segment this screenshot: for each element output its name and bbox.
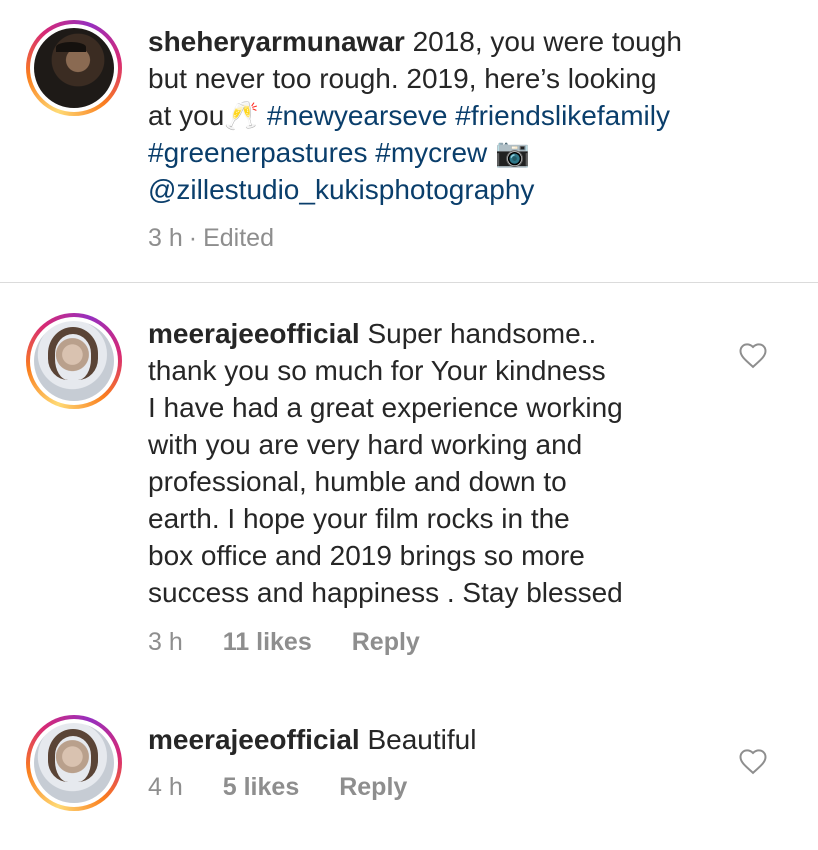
caption-hashtags[interactable]: #newyearseve #friendslikefamily bbox=[267, 100, 670, 131]
comment-body: Super handsome.. thank you so much for Y… bbox=[148, 318, 623, 608]
comment-body: Beautiful bbox=[359, 724, 477, 755]
reply-button[interactable]: Reply bbox=[339, 773, 407, 801]
reply-button[interactable]: Reply bbox=[352, 628, 420, 656]
commenter-avatar[interactable] bbox=[26, 313, 122, 409]
comment-text: meerajeeofficial Beautiful bbox=[148, 721, 728, 758]
caption-hashtags-2[interactable]: #greenerpastures #mycrew 📷 bbox=[148, 137, 530, 168]
comment-likes[interactable]: 11 likes bbox=[223, 628, 312, 656]
author-avatar-photo bbox=[34, 28, 114, 108]
comment-item: meerajeeofficial Beautiful 4 h 5 likes Rep… bbox=[0, 683, 818, 850]
comment-time: 4 h bbox=[148, 773, 183, 801]
author-avatar[interactable] bbox=[26, 20, 122, 116]
comment-likes[interactable]: 5 likes bbox=[223, 773, 299, 801]
caption-mention[interactable]: @zillestudio_kukisphotography bbox=[148, 174, 534, 205]
comment-meta: 4 h 5 likes Reply bbox=[148, 773, 447, 802]
commenter-avatar-photo bbox=[34, 321, 114, 401]
like-heart-icon[interactable] bbox=[738, 747, 768, 775]
comment-item: meerajeeofficial Super handsome.. thank … bbox=[0, 283, 818, 683]
caption-time: 3 h bbox=[148, 224, 183, 252]
comment-meta: 3 h 11 likes Reply bbox=[148, 628, 460, 657]
comment-username[interactable]: meerajeeofficial bbox=[148, 318, 360, 349]
like-heart-icon[interactable] bbox=[738, 341, 768, 369]
caption-separator: · bbox=[188, 224, 198, 252]
comment-text: meerajeeofficial Super handsome.. thank … bbox=[148, 315, 728, 611]
comment-username[interactable]: meerajeeofficial bbox=[148, 724, 360, 755]
commenter-avatar-photo bbox=[34, 723, 114, 803]
caption-edited-label: Edited bbox=[203, 224, 274, 252]
post-caption: sheheryarmunawar 2018, you were tough bu… bbox=[0, 0, 818, 283]
caption-username[interactable]: sheheryarmunawar bbox=[148, 26, 405, 57]
caption-meta: 3 h · Edited bbox=[148, 224, 314, 253]
caption-text: sheheryarmunawar 2018, you were tough bu… bbox=[148, 23, 808, 208]
commenter-avatar[interactable] bbox=[26, 715, 122, 811]
comment-time: 3 h bbox=[148, 628, 183, 656]
